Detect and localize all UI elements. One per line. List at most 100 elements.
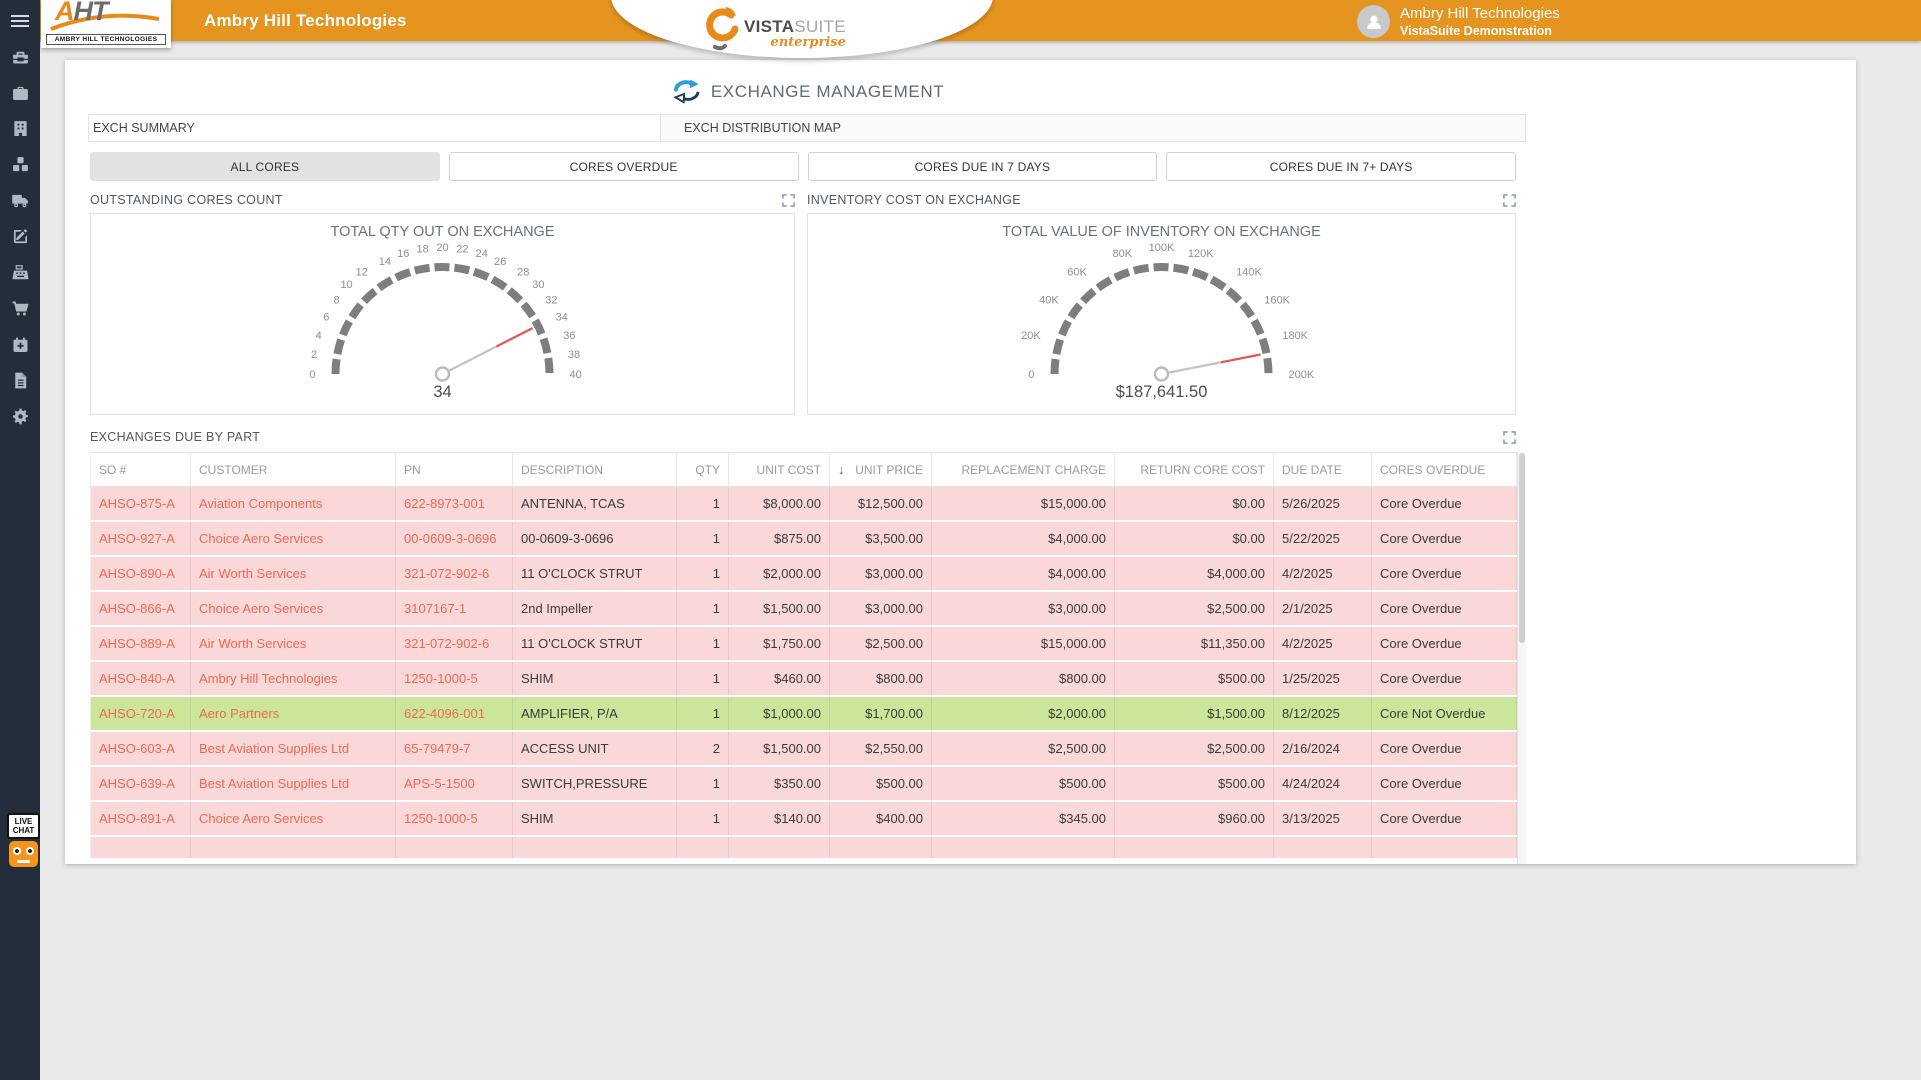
cell-pn[interactable]: 321-072-902-6 xyxy=(396,627,513,660)
col-header-pn[interactable]: PN xyxy=(396,453,513,486)
link-customer[interactable]: Ambry Hill Technologies xyxy=(199,671,338,686)
cell-pn[interactable]: 65-79479-7 xyxy=(396,732,513,765)
cell-customer[interactable]: Air Worth Services xyxy=(191,627,396,660)
link-so[interactable]: AHSO-603-A xyxy=(99,741,175,756)
table-row-clipped[interactable] xyxy=(91,837,1517,858)
table-row[interactable]: AHSO-889-A Air Worth Services 321-072-902-… xyxy=(91,627,1517,662)
cell-customer[interactable]: Air Worth Services xyxy=(191,557,396,590)
cell-so[interactable]: AHSO-639-A xyxy=(91,767,191,800)
building-icon[interactable] xyxy=(8,116,32,140)
cell-customer[interactable]: Choice Aero Services xyxy=(191,592,396,625)
cell-pn[interactable]: 3107167-1 xyxy=(396,592,513,625)
user-account[interactable]: Ambry Hill Technologies VistaSuite Demon… xyxy=(1357,5,1560,39)
hamburger-icon[interactable] xyxy=(11,15,29,27)
link-customer[interactable]: Aero Partners xyxy=(199,706,279,721)
expand-icon[interactable] xyxy=(1503,194,1516,207)
cell-so[interactable]: AHSO-840-A xyxy=(91,662,191,695)
cell-customer[interactable]: Best Aviation Supplies Ltd xyxy=(191,732,396,765)
invoice-icon[interactable] xyxy=(8,368,32,392)
cell-so[interactable]: AHSO-889-A xyxy=(91,627,191,660)
link-pn[interactable]: 65-79479-7 xyxy=(404,741,471,756)
table-row[interactable]: AHSO-890-A Air Worth Services 321-072-902-… xyxy=(91,557,1517,592)
link-so[interactable]: AHSO-720-A xyxy=(99,706,175,721)
cell-customer[interactable]: Aviation Components xyxy=(191,487,396,520)
link-pn[interactable]: 00-0609-3-0696 xyxy=(404,531,497,546)
link-so[interactable]: AHSO-927-A xyxy=(99,531,175,546)
link-pn[interactable]: 3107167-1 xyxy=(404,601,466,616)
table-row[interactable]: AHSO-720-AAero Partners622-4096-001AMPLI… xyxy=(91,697,1517,732)
link-customer[interactable]: Best Aviation Supplies Ltd xyxy=(199,741,349,756)
cell-so[interactable]: AHSO-875-A xyxy=(91,487,191,520)
col-header-replacement-charge[interactable]: REPLACEMENT CHARGE xyxy=(932,453,1115,486)
cell-customer[interactable]: Aero Partners xyxy=(191,697,396,730)
link-pn[interactable]: 622-4096-001 xyxy=(404,706,485,721)
cell-so[interactable]: AHSO-720-A xyxy=(91,697,191,730)
table-row[interactable]: AHSO-603-A Best Aviation Supplies Ltd 65-7… xyxy=(91,732,1517,767)
cell-customer[interactable]: Best Aviation Supplies Ltd xyxy=(191,767,396,800)
link-customer[interactable]: Choice Aero Services xyxy=(199,601,323,616)
table-row[interactable]: AHSO-875-A Aviation Components 622-8973-00… xyxy=(91,487,1517,522)
cell-so[interactable]: AHSO-927-A xyxy=(91,522,191,555)
filter-cores-due-in-7-days[interactable]: CORES DUE IN 7 DAYS xyxy=(808,152,1158,181)
tab-exch-summary[interactable]: EXCH SUMMARY xyxy=(89,115,661,141)
link-pn[interactable]: 1250-1000-5 xyxy=(404,811,478,826)
link-customer[interactable]: Choice Aero Services xyxy=(199,531,323,546)
link-so[interactable]: AHSO-889-A xyxy=(99,636,175,651)
calendar-plus-icon[interactable] xyxy=(8,332,32,356)
link-customer[interactable]: Air Worth Services xyxy=(199,566,306,581)
link-pn[interactable]: 321-072-902-6 xyxy=(404,636,489,651)
filter-cores-overdue[interactable]: CORES OVERDUE xyxy=(449,152,799,181)
expand-icon[interactable] xyxy=(782,194,795,207)
toolbox-icon[interactable] xyxy=(8,44,32,68)
link-pn[interactable]: APS-5-1500 xyxy=(404,776,475,791)
live-chat-widget[interactable]: LIVE CHAT xyxy=(7,813,40,867)
cell-pn[interactable]: 622-8973-001 xyxy=(396,487,513,520)
sort-arrow-icon[interactable]: ↓ xyxy=(838,462,845,477)
col-header-description[interactable]: DESCRIPTION xyxy=(513,453,677,486)
cubes-icon[interactable] xyxy=(8,152,32,176)
table-row[interactable]: AHSO-927-A Choice Aero Services 00-0609-3-… xyxy=(91,522,1517,557)
link-so[interactable]: AHSO-875-A xyxy=(99,496,175,511)
cell-customer[interactable]: Choice Aero Services xyxy=(191,802,396,835)
link-pn[interactable]: 1250-1000-5 xyxy=(404,671,478,686)
link-customer[interactable]: Best Aviation Supplies Ltd xyxy=(199,776,349,791)
link-pn[interactable]: 321-072-902-6 xyxy=(404,566,489,581)
link-customer[interactable]: Choice Aero Services xyxy=(199,811,323,826)
col-header-unit-cost[interactable]: UNIT COST xyxy=(729,453,830,486)
cash-register-icon[interactable] xyxy=(8,260,32,284)
cell-so[interactable]: AHSO-890-A xyxy=(91,557,191,590)
scrollbar-thumb[interactable] xyxy=(1519,453,1525,643)
col-header-unit-price[interactable]: ↓UNIT PRICE xyxy=(830,453,932,486)
col-header-cores-overdue[interactable]: CORES OVERDUE xyxy=(1372,453,1517,486)
tab-exch-distribution-map[interactable]: EXCH DISTRIBUTION MAP xyxy=(661,115,1525,141)
cell-pn[interactable]: 00-0609-3-0696 xyxy=(396,522,513,555)
cell-pn[interactable]: APS-5-1500 xyxy=(396,767,513,800)
edit-icon[interactable] xyxy=(8,224,32,248)
cell-so[interactable]: AHSO-891-A xyxy=(91,802,191,835)
settings-icon[interactable] xyxy=(8,404,32,428)
filter-cores-due-in-7-days[interactable]: CORES DUE IN 7+ DAYS xyxy=(1166,152,1516,181)
table-row[interactable]: AHSO-891-A Choice Aero Services 1250-1000-… xyxy=(91,802,1517,837)
col-header-due-date[interactable]: DUE DATE xyxy=(1274,453,1372,486)
table-row[interactable]: AHSO-840-A Ambry Hill Technologies 1250-10… xyxy=(91,662,1517,697)
link-so[interactable]: AHSO-891-A xyxy=(99,811,175,826)
link-customer[interactable]: Air Worth Services xyxy=(199,636,306,651)
table-row[interactable]: AHSO-639-A Best Aviation Supplies Ltd APS-… xyxy=(91,767,1517,802)
col-header-so[interactable]: SO # xyxy=(91,453,191,486)
shopping-cart-icon[interactable] xyxy=(8,296,32,320)
link-so[interactable]: AHSO-840-A xyxy=(99,671,175,686)
company-logo[interactable]: AHT AMBRY HILL TECHNOLOGIES xyxy=(41,0,171,48)
link-so[interactable]: AHSO-639-A xyxy=(99,776,175,791)
cell-pn[interactable]: 321-072-902-6 xyxy=(396,557,513,590)
cell-so[interactable]: AHSO-866-A xyxy=(91,592,191,625)
table-row[interactable]: AHSO-866-AChoice Aero Services3107167-12… xyxy=(91,592,1517,627)
cell-pn[interactable]: 622-4096-001 xyxy=(396,697,513,730)
briefcase-icon[interactable] xyxy=(8,80,32,104)
link-so[interactable]: AHSO-866-A xyxy=(99,601,175,616)
cell-pn[interactable]: 1250-1000-5 xyxy=(396,662,513,695)
col-header-customer[interactable]: CUSTOMER xyxy=(191,453,396,486)
link-pn[interactable]: 622-8973-001 xyxy=(404,496,485,511)
filter-all-cores[interactable]: ALL CORES xyxy=(90,152,440,181)
col-header-qty[interactable]: QTY xyxy=(677,453,729,486)
col-header-return-core-cost[interactable]: RETURN CORE COST xyxy=(1115,453,1274,486)
